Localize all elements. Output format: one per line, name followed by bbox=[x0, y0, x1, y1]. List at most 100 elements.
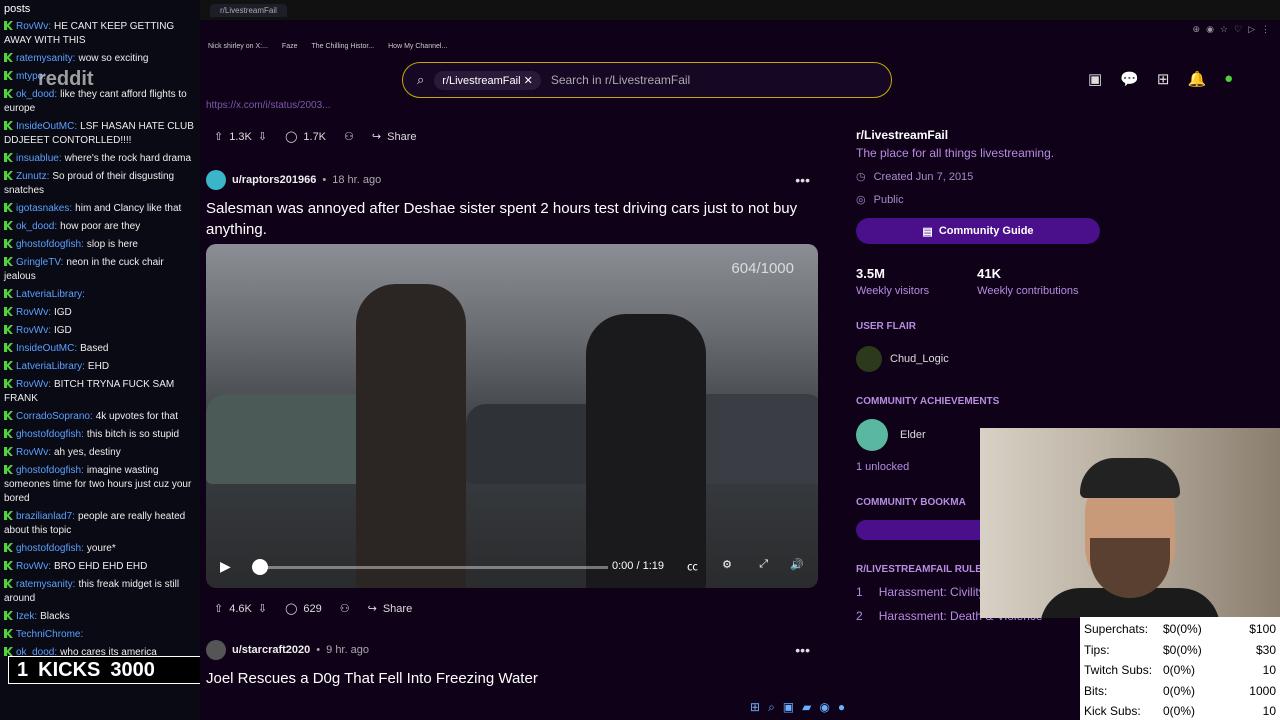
search-bar[interactable]: ⌕ r/LivestreamFail ✕ Search in r/Livestr… bbox=[402, 62, 892, 98]
play-icon[interactable]: ▷ bbox=[1248, 24, 1255, 35]
menu-icon[interactable]: ⋮ bbox=[1261, 24, 1270, 35]
captions-icon[interactable]: ㏄ bbox=[687, 558, 698, 574]
chat-username[interactable]: ratemysanity: bbox=[16, 579, 75, 590]
windows-icon[interactable]: ⊞ bbox=[750, 700, 760, 715]
play-icon[interactable]: ▶ bbox=[220, 558, 231, 575]
heart-icon[interactable]: ♡ bbox=[1234, 24, 1242, 35]
create-post-icon[interactable]: ⊞ bbox=[1157, 70, 1170, 88]
volume-icon[interactable]: 🔊 bbox=[790, 558, 804, 571]
chat-username[interactable]: Izek: bbox=[16, 611, 37, 622]
vote-control[interactable]: ⇧ 4.6K ⇩ bbox=[214, 602, 267, 616]
community-name[interactable]: r/LivestreamFail bbox=[856, 128, 1116, 142]
post-link[interactable]: https://x.com/i/status/2003... bbox=[200, 100, 840, 114]
spotify-icon[interactable]: ● bbox=[838, 700, 845, 715]
chat-username[interactable]: Zunutz: bbox=[16, 171, 49, 182]
kick-badge-icon bbox=[4, 361, 13, 370]
chat-username[interactable]: LatveriaLibrary: bbox=[16, 361, 85, 372]
post-time: 18 hr. ago bbox=[332, 174, 382, 186]
zoom-icon[interactable]: ⊕ bbox=[1193, 24, 1201, 35]
chat-username[interactable]: ghostofdogfish: bbox=[16, 465, 84, 476]
goal-label: Tips: bbox=[1084, 642, 1110, 657]
more-options-icon[interactable]: ••• bbox=[795, 642, 810, 658]
bookmark-item[interactable]: Faze bbox=[282, 43, 298, 50]
chat-username[interactable]: InsideOutMC: bbox=[16, 121, 77, 132]
share-button[interactable]: ↪ Share bbox=[372, 130, 417, 144]
progress-track[interactable] bbox=[260, 566, 608, 569]
goal-goal: $30 bbox=[1255, 642, 1276, 657]
flair-avatar-icon bbox=[856, 346, 882, 372]
settings-icon[interactable]: ⚙ bbox=[722, 558, 732, 571]
chat-message: InsideOutMC: Based bbox=[4, 342, 196, 356]
stream-goal-row: Twitch Subs: 0(0%) 10 bbox=[1084, 660, 1276, 681]
fullscreen-icon[interactable]: ⤢ bbox=[759, 558, 768, 571]
goal-value: $0(0%) bbox=[1163, 622, 1202, 637]
extension-icon[interactable]: ◉ bbox=[1206, 24, 1214, 35]
award-button[interactable]: ⚇ bbox=[340, 602, 350, 615]
subreddit-chip[interactable]: r/LivestreamFail ✕ bbox=[434, 70, 541, 90]
bookmark-item[interactable]: How My Channel... bbox=[388, 43, 447, 50]
post-author[interactable]: u/raptors201966 bbox=[232, 174, 316, 186]
chat-username[interactable]: RovWv: bbox=[16, 307, 51, 318]
chat-username[interactable]: RovWv: bbox=[16, 379, 51, 390]
avatar[interactable] bbox=[206, 640, 226, 660]
chat-username[interactable]: ghostofdogfish: bbox=[16, 543, 84, 554]
kick-badge-icon bbox=[4, 429, 13, 438]
kick-badge-icon bbox=[4, 543, 13, 552]
chat-username[interactable]: igotasnakes: bbox=[16, 203, 72, 214]
vote-control[interactable]: ⇧ 1.3K ⇩ bbox=[214, 130, 268, 144]
browser-toolbar-icons: ⊕ ◉ ☆ ♡ ▷ ⋮ bbox=[1193, 24, 1270, 35]
ad-icon[interactable]: ▣ bbox=[1088, 70, 1102, 88]
tab-livestreamfail[interactable]: r/LivestreamFail bbox=[210, 3, 287, 17]
post-title[interactable]: Salesman was annoyed after Deshae sister… bbox=[200, 198, 840, 240]
share-button[interactable]: ↪ Share bbox=[368, 602, 413, 616]
close-icon[interactable]: ✕ bbox=[524, 75, 533, 87]
post-author[interactable]: u/starcraft2020 bbox=[232, 644, 310, 656]
comments-button[interactable]: ◯ 1.7K bbox=[285, 130, 326, 144]
chrome-icon[interactable]: ◉ bbox=[819, 700, 829, 715]
app-icon[interactable]: ▣ bbox=[783, 700, 794, 715]
downvote-icon: ⇩ bbox=[257, 131, 268, 143]
kick-badge-icon bbox=[4, 307, 13, 316]
chat-icon[interactable]: 💬 bbox=[1120, 70, 1139, 88]
avatar[interactable] bbox=[206, 170, 226, 190]
chat-username[interactable]: TechniChrome: bbox=[16, 629, 83, 640]
video-player[interactable]: 604/1000 ▶ 0:00 / 1:19 ㏄ ⚙ ⤢ 🔊 bbox=[206, 244, 818, 588]
community-description: The place for all things livestreaming. bbox=[856, 146, 1055, 160]
chat-username[interactable]: RovWv: bbox=[16, 325, 51, 336]
chat-username[interactable]: LatveriaLibrary: bbox=[16, 289, 85, 300]
chat-username[interactable]: RovWv: bbox=[16, 561, 51, 572]
folder-icon[interactable]: ▰ bbox=[802, 700, 811, 715]
chat-username[interactable]: ratemysanity: bbox=[16, 53, 75, 64]
notification-icon[interactable]: 🔔 bbox=[1187, 70, 1206, 88]
search-icon[interactable]: ⌕ bbox=[768, 700, 775, 715]
avatar[interactable]: ● bbox=[1224, 70, 1233, 88]
award-button[interactable]: ⚇ bbox=[344, 130, 354, 143]
bookmark-item[interactable]: The Chilling Histor... bbox=[311, 43, 374, 50]
chat-username[interactable]: RovWv: bbox=[16, 447, 51, 458]
chat-username[interactable]: ok_dood: bbox=[16, 221, 57, 232]
chat-message: mtypo: bbox=[4, 70, 196, 84]
chat-username[interactable]: brazilianlad7: bbox=[16, 511, 75, 522]
progress-handle[interactable] bbox=[252, 559, 268, 575]
comments-button[interactable]: ◯ 629 bbox=[285, 602, 322, 616]
chat-username[interactable]: insuablue: bbox=[16, 153, 62, 164]
chat-username[interactable]: ghostofdogfish: bbox=[16, 239, 84, 250]
chat-message: ratemysanity: this freak midget is still … bbox=[4, 578, 196, 606]
search-input[interactable]: Search in r/LivestreamFail bbox=[551, 73, 690, 87]
chat-text: IGD bbox=[54, 325, 72, 336]
chat-text: youre* bbox=[86, 543, 116, 554]
bookmark-item[interactable]: Nick shirley on X:... bbox=[208, 43, 268, 50]
chat-username[interactable]: CorradoSoprano: bbox=[16, 411, 93, 422]
chat-username[interactable]: RovWv: bbox=[16, 21, 51, 32]
chat-username[interactable]: ghostofdogfish: bbox=[16, 429, 84, 440]
post-meta: u/raptors201966 • 18 hr. ago ••• bbox=[200, 170, 840, 190]
post-title[interactable]: Joel Rescues a D0g That Fell Into Freezi… bbox=[200, 668, 840, 689]
kick-badge-icon bbox=[4, 447, 13, 456]
chat-username[interactable]: GringleTV: bbox=[16, 257, 63, 268]
chat-username[interactable]: InsideOutMC: bbox=[16, 343, 77, 354]
star-icon[interactable]: ☆ bbox=[1220, 24, 1228, 35]
community-guide-button[interactable]: ▤ Community Guide bbox=[856, 218, 1100, 244]
user-flair[interactable]: Chud_Logic bbox=[856, 346, 1116, 372]
chat-message: ghostofdogfish: this bitch is so stupid bbox=[4, 428, 196, 442]
more-options-icon[interactable]: ••• bbox=[795, 172, 810, 188]
